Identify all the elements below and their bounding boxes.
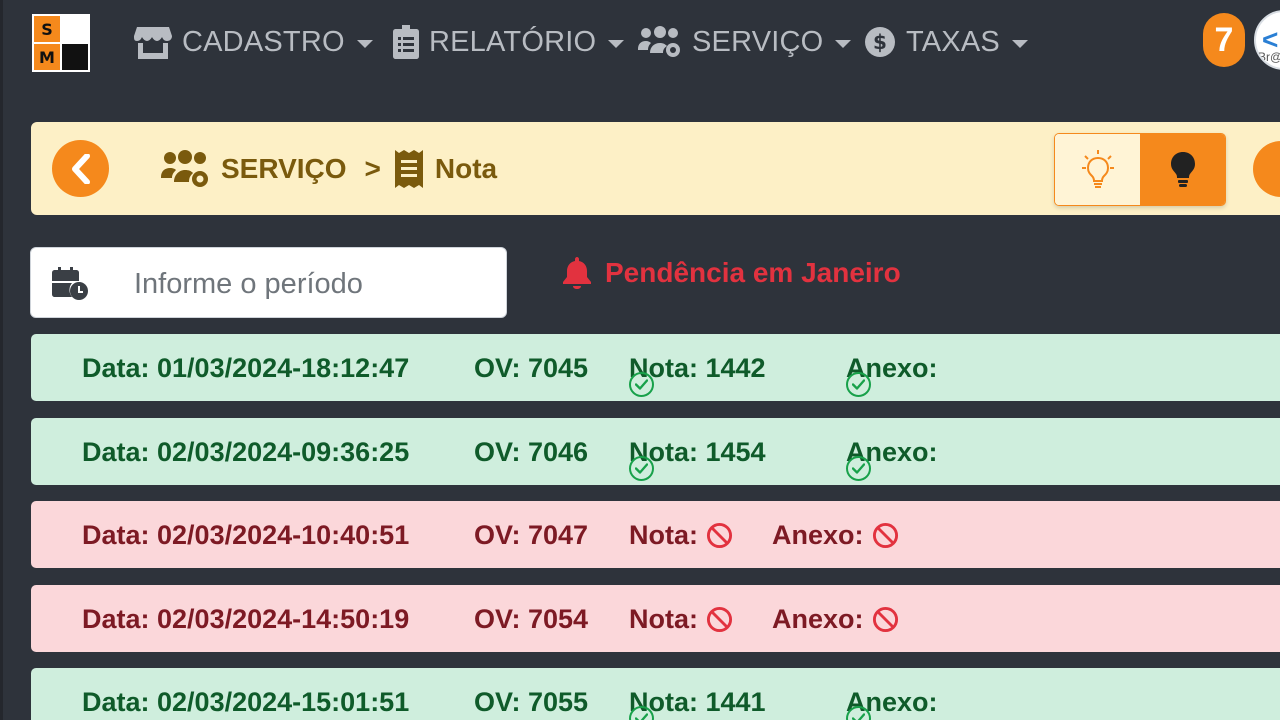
row-anexo-label: Anexo:: [772, 520, 864, 550]
avatar[interactable]: < Br@: [1254, 10, 1280, 70]
breadcrumb: SERVIÇO > Nota: [161, 146, 497, 192]
back-button[interactable]: [52, 140, 109, 197]
table-row[interactable]: Data: 02/03/2024-14:50:19 OV: 7054 Nota: An…: [31, 585, 1280, 652]
users-gear-icon: [638, 26, 680, 57]
nav-servico[interactable]: SERVIÇO: [638, 22, 852, 62]
ban-icon: [872, 522, 898, 549]
store-icon: [134, 27, 172, 59]
theme-dark-option[interactable]: [1140, 134, 1225, 205]
row-nota: Nota: 1441: [629, 687, 766, 720]
check-circle-icon: [846, 372, 871, 397]
row-date: Data: 02/03/2024-10:40:51: [82, 520, 410, 550]
ban-icon: [706, 606, 733, 633]
close-button[interactable]: [1253, 141, 1280, 197]
row-ov: OV: 7055: [474, 687, 589, 717]
receipt-icon: [394, 150, 423, 188]
nav-servico-label: SERVIÇO: [692, 25, 824, 58]
row-anexo: Anexo:: [772, 520, 899, 551]
lightbulb-icon: [1170, 151, 1195, 187]
chevron-down-icon: [356, 39, 373, 48]
breadcrumb-separator: >: [364, 153, 381, 184]
row-ov: OV: 7045: [474, 353, 589, 383]
dollar-circle-icon: $: [865, 27, 895, 57]
theme-toggle[interactable]: [1054, 133, 1226, 206]
bell-icon: [563, 257, 591, 289]
svg-text:$: $: [873, 30, 887, 54]
row-date: Data: 02/03/2024-09:36:25: [82, 437, 410, 467]
app-logo[interactable]: S M: [32, 14, 90, 72]
chevron-down-icon: [835, 39, 852, 48]
logo-cell-blank: [62, 16, 88, 42]
table-row[interactable]: Data: 02/03/2024-15:01:51 OV: 7055 Nota: 1…: [31, 668, 1280, 720]
table-row[interactable]: Data: 02/03/2024-10:40:51 OV: 7047 Nota: An…: [31, 501, 1280, 568]
table-row[interactable]: Data: 01/03/2024-18:12:47 OV: 7045 Nota: 1…: [31, 334, 1280, 401]
breadcrumb-page: Nota: [434, 153, 498, 184]
row-nota-label: Nota:: [629, 520, 698, 550]
row-nota-label: Nota:: [629, 604, 698, 634]
nav-relatorio-label: RELATÓRIO: [429, 25, 597, 58]
row-nota: Nota:: [629, 520, 733, 551]
nav-cadastro[interactable]: CADASTRO: [134, 22, 373, 62]
breadcrumb-section[interactable]: SERVIÇO: [221, 153, 347, 185]
check-circle-icon: [629, 372, 654, 397]
chevron-down-icon: [608, 39, 625, 48]
row-anexo: Anexo:: [846, 437, 938, 481]
row-date: Data: 02/03/2024-14:50:19: [82, 604, 410, 634]
left-edge: [0, 0, 3, 720]
logo-cell-dark: [62, 44, 88, 70]
period-input[interactable]: Informe o período: [30, 247, 507, 318]
theme-light-option[interactable]: [1055, 134, 1140, 205]
row-ov: OV: 7047: [474, 520, 589, 550]
row-anexo: Anexo:: [846, 353, 938, 397]
row-ov: OV: 7054: [474, 604, 589, 634]
nav-relatorio[interactable]: RELATÓRIO: [393, 22, 625, 62]
logo-cell-m: M: [34, 44, 60, 70]
breadcrumb-bar: SERVIÇO > Nota: [31, 122, 1280, 215]
notification-badge[interactable]: 7: [1203, 13, 1245, 67]
chevron-down-icon: [1011, 39, 1028, 48]
period-placeholder: Informe o período: [134, 268, 363, 300]
ban-icon: [706, 522, 733, 549]
pending-alert: Pendência em Janeiro: [563, 253, 901, 293]
row-ov: OV: 7046: [474, 437, 589, 467]
row-nota: Nota: 1442: [629, 353, 766, 397]
ban-icon: [872, 606, 898, 633]
row-date: Data: 02/03/2024-15:01:51: [82, 687, 410, 717]
users-gear-icon: [161, 150, 208, 187]
check-circle-icon: [629, 456, 654, 481]
row-date: Data: 01/03/2024-18:12:47: [82, 353, 410, 383]
clipboard-list-icon: [393, 25, 419, 59]
row-anexo: Anexo:: [772, 604, 899, 635]
nav-taxas-label: TAXAS: [906, 25, 1000, 58]
nav-taxas[interactable]: $ TAXAS: [864, 22, 1028, 62]
top-navbar: S M CADASTRO RELATÓRIO SERVIÇO $ TAXAS 7…: [0, 0, 1280, 86]
table-row[interactable]: Data: 02/03/2024-09:36:25 OV: 7046 Nota: 1…: [31, 418, 1280, 485]
lightbulb-outline-icon: [1081, 149, 1114, 188]
calendar-clock-icon: [52, 267, 88, 300]
logo-cell-s: S: [34, 16, 60, 42]
row-anexo: Anexo:: [846, 687, 938, 720]
chevron-left-icon: [71, 153, 90, 184]
avatar-text: Br@: [1258, 50, 1280, 64]
row-anexo-label: Anexo:: [772, 604, 864, 634]
pending-alert-text: Pendência em Janeiro: [605, 257, 901, 288]
row-nota: Nota:: [629, 604, 733, 635]
row-nota: Nota: 1454: [629, 437, 766, 481]
nav-cadastro-label: CADASTRO: [182, 25, 345, 58]
check-circle-icon: [846, 456, 871, 481]
